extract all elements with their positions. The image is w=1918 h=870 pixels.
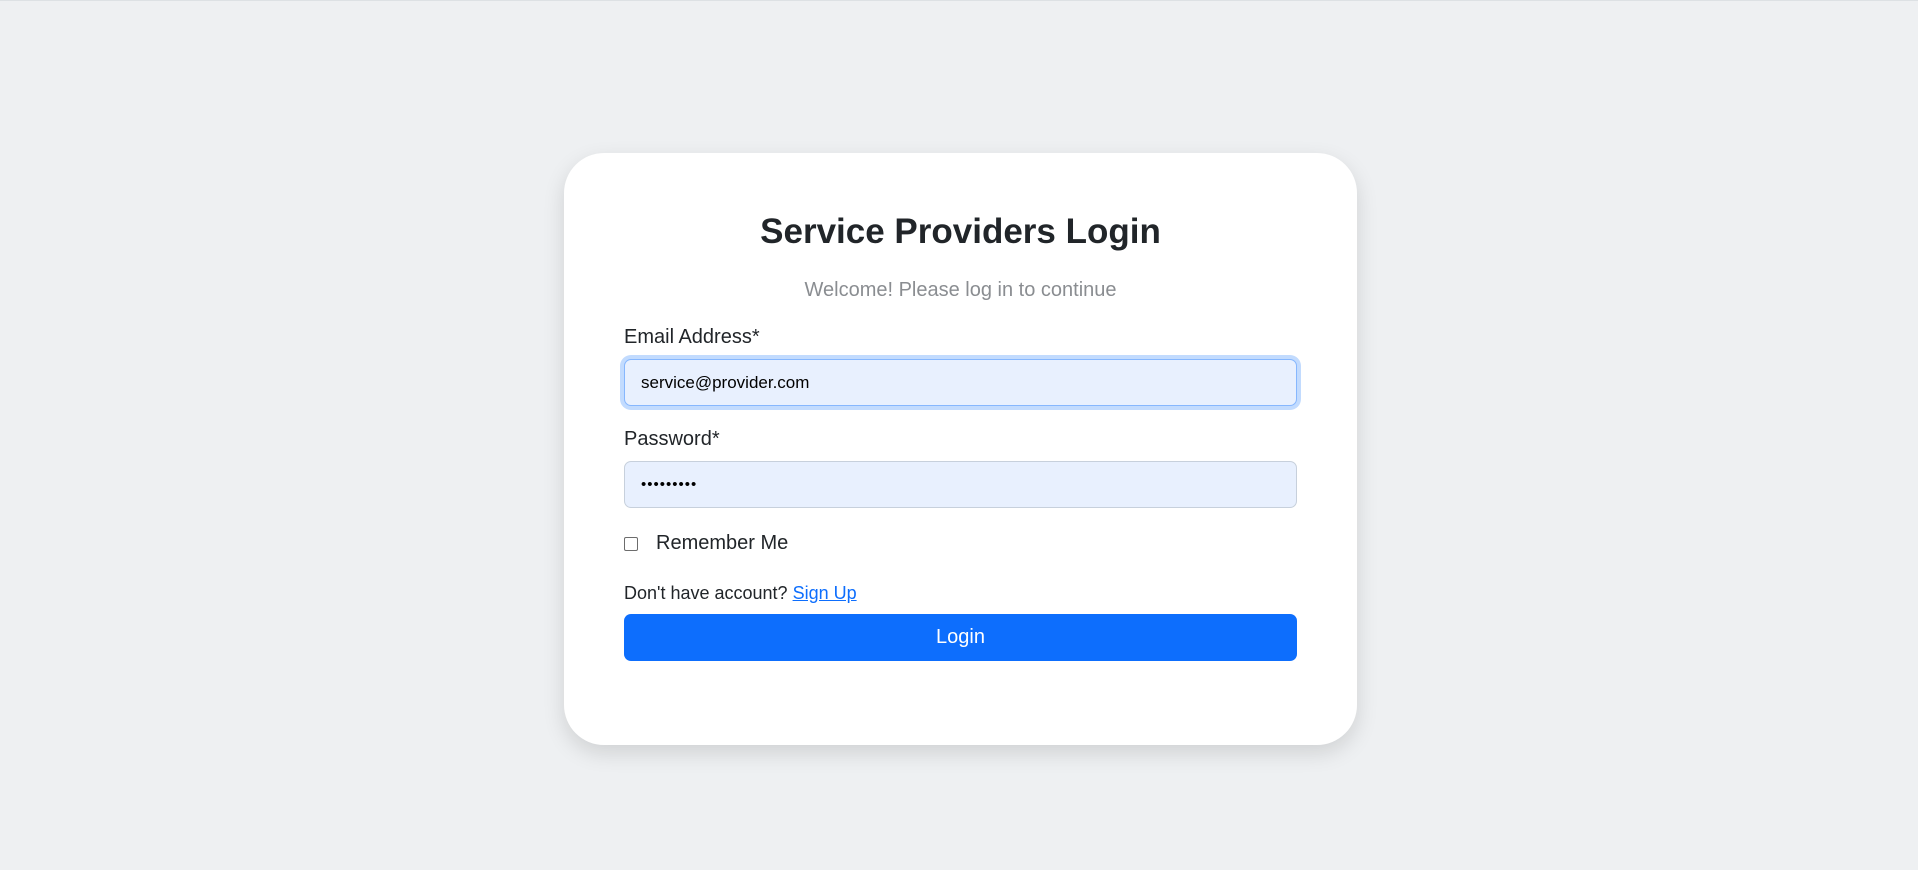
- login-card: Service Providers Login Welcome! Please …: [564, 153, 1357, 745]
- remember-me-row: Remember Me: [624, 532, 1297, 555]
- remember-me-checkbox[interactable]: [624, 536, 638, 551]
- remember-me-label[interactable]: Remember Me: [656, 532, 788, 555]
- password-field[interactable]: [624, 461, 1297, 508]
- signup-row: Don't have account? Sign Up: [624, 583, 1297, 604]
- page-title: Service Providers Login: [760, 212, 1161, 251]
- login-button[interactable]: Login: [624, 614, 1297, 661]
- password-label: Password*: [624, 428, 720, 450]
- email-label: Email Address*: [624, 326, 760, 348]
- welcome-subtitle: Welcome! Please log in to continue: [804, 279, 1117, 301]
- signup-link[interactable]: Sign Up: [793, 583, 857, 603]
- signup-prompt: Don't have account?: [624, 583, 793, 603]
- email-field[interactable]: [624, 359, 1297, 406]
